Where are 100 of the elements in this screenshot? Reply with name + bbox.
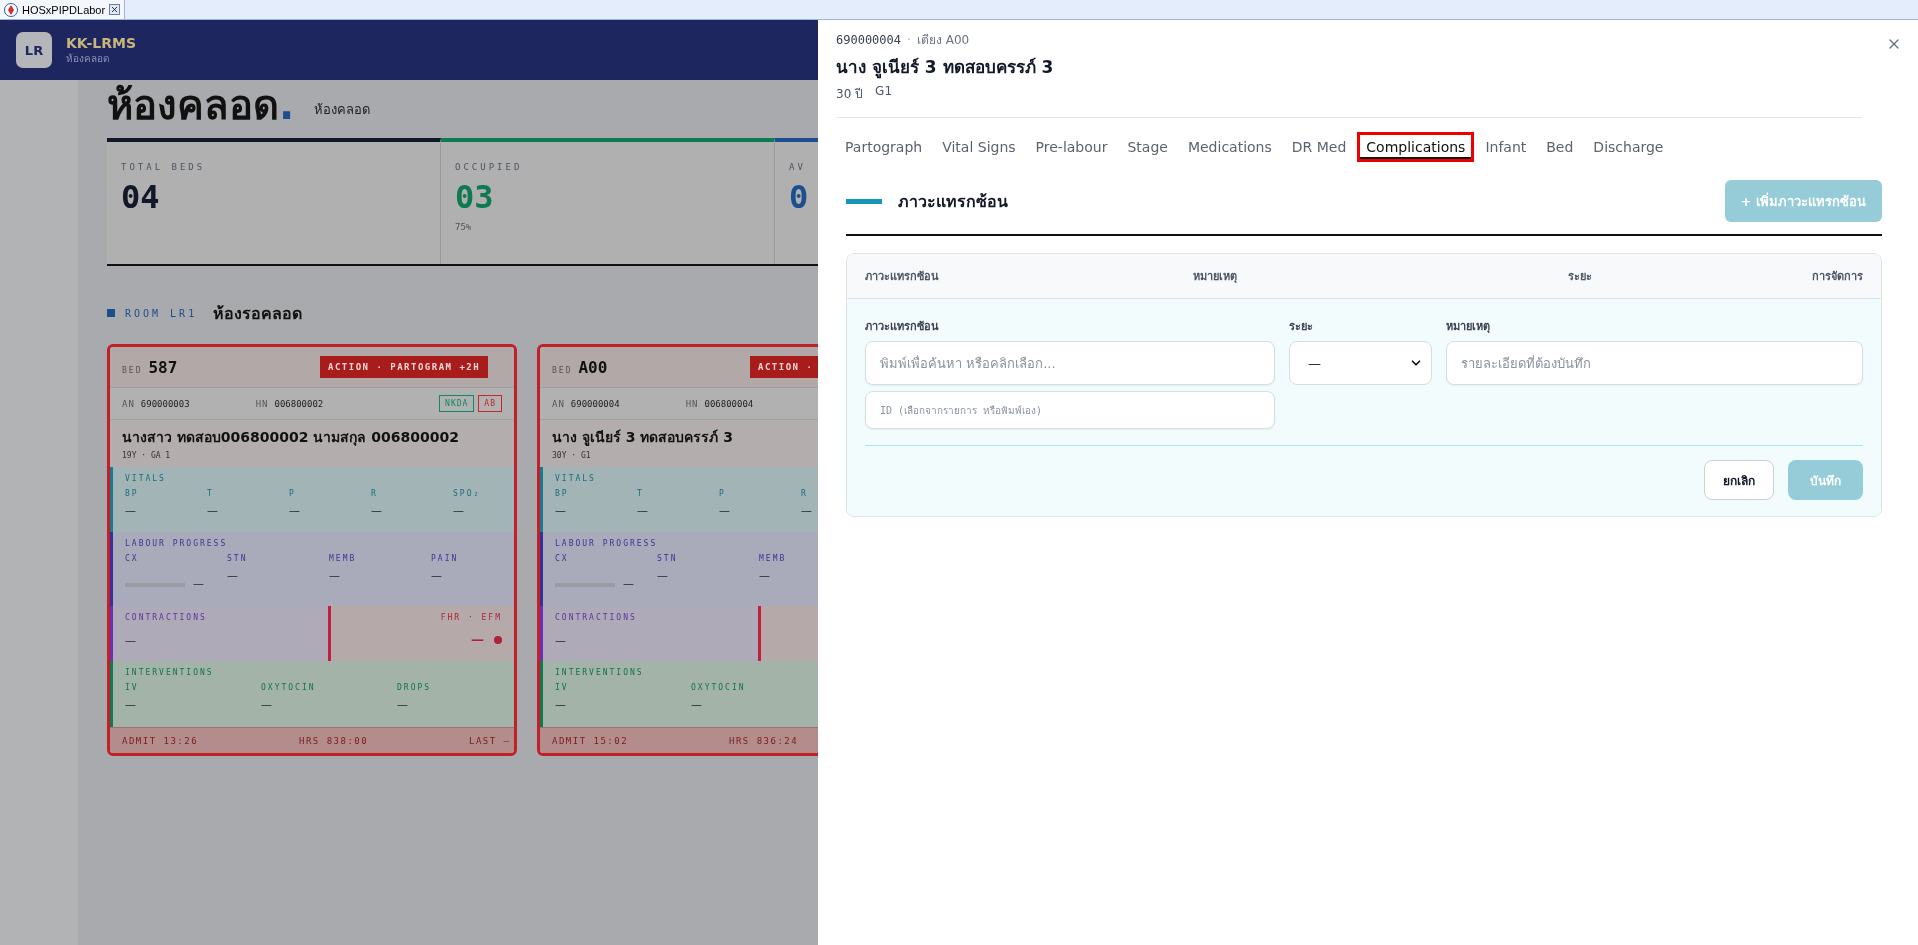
input-field[interactable]: รายละเอียดที่ต้องบันทึก [1446,341,1863,385]
section-title: LABOUR PROGRESS [125,539,229,548]
field-value: — [193,577,204,590]
field-value: — [453,504,465,517]
tab[interactable]: Medications [1178,132,1281,162]
footer-text: HRS 838:00 [299,735,370,746]
column-header: ระยะ [1568,269,1593,285]
bed-card[interactable] [107,344,517,756]
fhr-value: — [471,632,484,647]
field-label: R [801,489,809,498]
field-label: P [289,489,297,498]
footer-text: HRS 836:24 [729,735,800,746]
field-value: — [371,504,383,517]
stat-value: 04 [121,178,161,216]
select-field[interactable]: — [1289,341,1432,385]
room-code: ROOM LR1 [125,307,198,319]
field-label: ระยะ [1289,319,1314,335]
tab[interactable]: Vital Signs [933,132,1025,162]
tab[interactable]: Infant [1476,132,1536,162]
cancel-button[interactable]: ยกเลิก [1704,460,1774,500]
field-label: BP [125,489,140,498]
bed-label: BED [122,365,143,375]
field-value: — [329,569,341,582]
field-label: ภาวะแทรกซ้อน [865,319,940,335]
field-label: BP [555,489,570,498]
id-input-field[interactable]: ID (เลือกจากรายการ หรือพิมพ์เอง) [865,391,1275,429]
field-value: — [207,504,219,517]
patient-name: นาง จูเนียร์ 3 ทดสอบครรภ์ 3 [836,56,1055,80]
field-label: CX [555,554,570,563]
field-label: DROPS [397,683,433,692]
field-value: — [623,577,634,590]
close-icon[interactable] [109,4,121,15]
field-label: MEMB [329,554,358,563]
field-label: OXYTOCIN [261,683,317,692]
status-dot [494,635,502,644]
field-value: — [555,698,567,711]
field-value: — [397,698,409,711]
allergy-tag: NKDA [439,395,475,412]
input-field[interactable]: พิมพ์เพื่อค้นหา หรือคลิกเลือก... [865,341,1275,385]
field-label: OXYTOCIN [691,683,747,692]
field-label: IV [555,683,570,692]
field-value: — [125,698,137,711]
field-label: CX [125,554,140,563]
field-label: R [371,489,379,498]
tab[interactable]: Discharge [1584,132,1673,162]
page-title: ห้องคลอด. [107,81,295,130]
fhr-title: FHR · EFM [440,613,502,622]
hn-label: HN [685,398,699,409]
section-marker-icon [846,198,882,204]
patient-meta: 30Y · G1 [552,451,592,460]
stat-value: 0 [789,178,810,216]
tab[interactable]: DR Med [1282,132,1356,162]
app-avatar: LR [16,32,52,68]
an-number: 690000003 [140,398,190,409]
field-label: T [207,489,215,498]
an-number: 690000004 [836,32,902,47]
tab[interactable]: Bed [1537,132,1583,162]
column-header: ภาวะแทรกซ้อน [865,269,940,285]
gravida: G1 [875,84,893,100]
bed-number: 587 [148,357,178,377]
section-title: VITALS [555,474,597,483]
bed-number: เตียง A00 [916,32,970,49]
hn-label: HN [255,398,269,409]
field-label: PAIN [431,554,460,563]
field-value: — [555,504,567,517]
an-label: AN [122,398,135,409]
app-tab[interactable]: HOSxPIPDLabor [0,0,126,19]
bed-label: BED [552,365,573,375]
app-logo-icon [4,2,18,17]
tab[interactable]: Complications [1357,132,1475,162]
field-value: — [759,569,771,582]
action-badge: ACTION · [750,356,818,378]
field-value: — [691,698,703,711]
stat-percent: 75% [455,222,473,232]
patient-name: นางสาว ทดสอบ006800002 นามสกุล 006800002 [122,428,460,448]
field-label: IV [125,683,140,692]
separator: · [907,32,911,47]
field-label: MEMB [759,554,788,563]
app-subtitle: ห้องคลอด [66,51,110,66]
room-name: ห้องรอคลอด [213,302,303,325]
stat-label: TOTAL BEDS [121,162,207,172]
app-title: KK-LRMS [66,34,136,51]
stat-value: 03 [455,178,495,216]
section-title: VITALS [125,474,167,483]
field-value: — [431,569,443,582]
tab[interactable]: Pre-labour [1026,132,1117,162]
footer-text: LAST — [469,735,511,746]
field-value: — [125,634,137,647]
column-header: หมายเหตุ [1193,269,1238,285]
room-marker-icon [107,309,115,317]
bed-number: A00 [578,357,608,377]
field-label: SPO₂ [453,489,482,498]
patient-name: นาง จูเนียร์ 3 ทดสอบครรภ์ 3 [552,428,734,448]
section-title: CONTRACTIONS [555,613,638,622]
stat-label: OCCUPIED [455,162,524,172]
tab[interactable]: Stage [1118,132,1177,162]
field-label: STN [227,554,249,563]
section-title: CONTRACTIONS [125,613,208,622]
tab[interactable]: Partograph [836,132,932,162]
field-value: — [289,504,301,517]
